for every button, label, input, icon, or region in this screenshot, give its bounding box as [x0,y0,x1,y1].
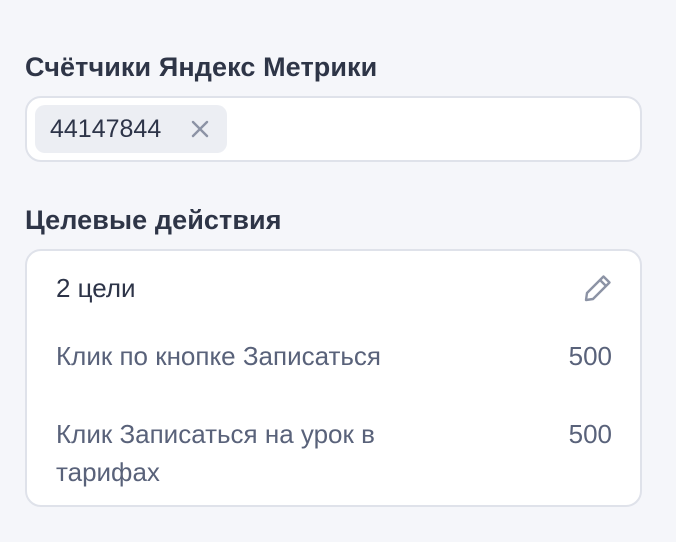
settings-panel: Счётчики Яндекс Метрики 44147844 Целевые… [0,0,676,542]
target-actions-label: Целевые действия [25,205,282,235]
counter-chip-label: 44147844 [50,114,162,143]
goal-value: 500 [568,341,612,371]
goal-value: 500 [568,419,612,449]
goal-name: Клик Записаться на урок в тарифах [56,419,375,487]
counter-chip[interactable]: 44147844 [35,105,228,153]
goal-item: Клик по кнопке Записаться 500 [56,337,612,375]
goal-item: Клик Записаться на урок в тарифах 500 [56,415,612,491]
goal-name: Клик по кнопке Записаться [56,341,382,371]
metrika-counters-label: Счётчики Яндекс Метрики [25,52,378,82]
target-actions-box: 2 цели Клик по кнопке Записаться 500 Кли… [25,249,642,507]
close-icon[interactable] [189,118,211,140]
metrika-counters-input[interactable]: 44147844 [25,96,642,162]
pencil-icon[interactable] [582,272,614,304]
goals-count: 2 цели [56,273,136,303]
